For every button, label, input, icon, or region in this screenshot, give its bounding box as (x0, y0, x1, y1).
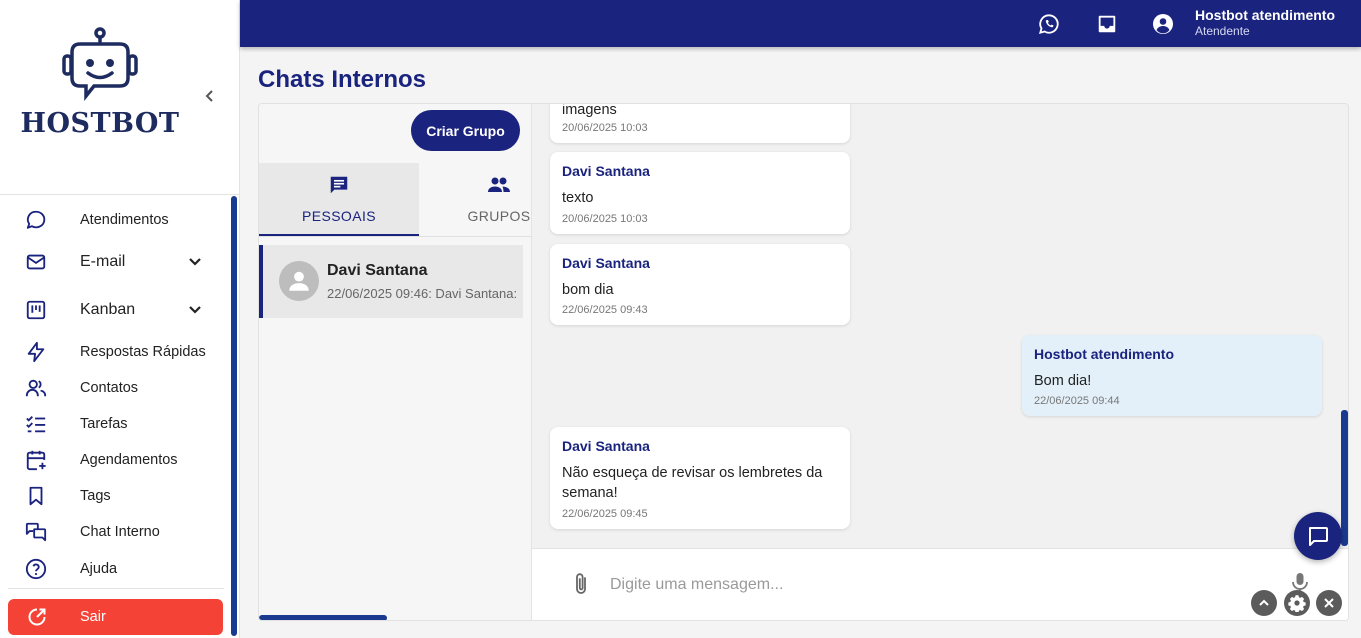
chat-double-icon (24, 520, 48, 544)
settings-button[interactable] (1284, 590, 1310, 616)
kanban-icon (24, 298, 48, 322)
sidebar-scrollbar[interactable] (231, 196, 237, 636)
chevron-down-icon[interactable] (184, 299, 206, 321)
inbox-icon[interactable] (1095, 12, 1119, 36)
message-time: 20/06/2025 10:03 (562, 122, 648, 134)
message-square-icon (1309, 527, 1328, 546)
sidebar-item-label: Agendamentos (80, 452, 178, 468)
users-icon (24, 376, 48, 400)
contact-name: Davi Santana (327, 262, 428, 279)
sidebar-divider (8, 588, 224, 589)
robot-logo-icon (62, 27, 138, 101)
sidebar-item-agendamentos[interactable]: Agendamentos (0, 443, 228, 477)
sidebar-item-label: Atendimentos (80, 212, 169, 228)
page-title: Chats Internos (258, 66, 427, 93)
sidebar-item-tarefas[interactable]: Tarefas (0, 407, 228, 441)
attach-icon[interactable] (568, 571, 594, 597)
chat-bubble-icon (24, 208, 48, 232)
message-time: 22/06/2025 09:43 (562, 304, 648, 316)
chat-container: Criar Grupo PESSOAIS GRUPOS Davi Santana… (258, 103, 1349, 621)
message-text: Bom dia! (1034, 373, 1092, 389)
checklist-icon (24, 412, 48, 436)
message-sender: Davi Santana (562, 438, 650, 454)
message-time: 20/06/2025 10:03 (562, 213, 648, 225)
chat-scrollbar[interactable] (1341, 410, 1348, 546)
collapse-sidebar-button[interactable] (198, 84, 222, 108)
sidebar-item-label: Respostas Rápidas (80, 344, 206, 360)
logout-icon (26, 606, 48, 628)
scroll-up-button[interactable] (1251, 590, 1277, 616)
sidebar-item-respostas-rapidas[interactable]: Respostas Rápidas (0, 335, 228, 369)
sidebar-item-label: Ajuda (80, 561, 118, 577)
logo-text: HOSTBOT (20, 108, 180, 139)
sidebar-item-label: Tags (80, 488, 111, 504)
sidebar-item-tags[interactable]: Tags (0, 479, 228, 513)
logout-label: Sair (80, 609, 106, 625)
horizontal-scrollbar[interactable] (259, 615, 387, 620)
lightning-icon (24, 340, 48, 364)
sidebar-item-label: Tarefas (80, 416, 128, 432)
message-bubble: imagens 20/06/2025 10:03 (550, 103, 850, 143)
account-circle-icon[interactable] (1151, 12, 1175, 36)
chat-fab-button[interactable] (1294, 512, 1342, 560)
close-icon (1324, 598, 1334, 608)
help-circle-icon (24, 557, 48, 581)
tab-pessoais[interactable]: PESSOAIS (259, 163, 419, 236)
message-text: Não esqueça de revisar os lembretes da s… (562, 465, 823, 501)
chat-messages-area: imagens 20/06/2025 10:03 Davi Santana te… (531, 103, 1348, 620)
logout-button[interactable]: Sair (8, 599, 223, 635)
sidebar-item-chat-interno[interactable]: Chat Interno (0, 515, 228, 549)
gear-icon (1288, 595, 1306, 612)
sidebar-item-label: Chat Interno (80, 524, 160, 540)
chevron-down-icon[interactable] (184, 251, 206, 273)
top-bar: Hostbot atendimento Atendente (240, 0, 1361, 47)
message-bubble-own: Hostbot atendimento Bom dia! 22/06/2025 … (1022, 335, 1322, 416)
bookmark-icon (24, 484, 48, 508)
avatar (279, 261, 319, 301)
mail-icon (24, 250, 48, 274)
tab-label: PESSOAIS (301, 208, 376, 224)
message-time: 22/06/2025 09:45 (562, 508, 648, 520)
sidebar-item-kanban[interactable]: Kanban (0, 293, 228, 327)
create-group-button[interactable]: Criar Grupo (411, 110, 520, 151)
message-sender: Hostbot atendimento (1034, 346, 1174, 362)
close-button[interactable] (1316, 590, 1342, 616)
message-bubble: Davi Santana texto 20/06/2025 10:03 (550, 152, 850, 234)
sidebar-divider (0, 194, 240, 195)
user-name[interactable]: Hostbot atendimento (1195, 7, 1335, 23)
message-time: 22/06/2025 09:44 (1034, 395, 1120, 407)
contact-preview: 22/06/2025 09:46: Davi Santana: (327, 286, 518, 301)
chat-list-panel: Criar Grupo PESSOAIS GRUPOS Davi Santana… (259, 104, 531, 620)
sidebar: HOSTBOT Atendimentos E-mail Kanban Respo… (0, 0, 240, 638)
user-role: Atendente (1195, 24, 1250, 38)
message-icon (259, 174, 419, 196)
whatsapp-icon[interactable] (1037, 12, 1061, 36)
sidebar-item-email[interactable]: E-mail (0, 245, 228, 279)
person-icon (289, 271, 309, 291)
contact-list-item[interactable]: Davi Santana 22/06/2025 09:46: Davi Sant… (259, 245, 523, 318)
calendar-plus-icon (24, 448, 48, 472)
sidebar-item-contatos[interactable]: Contatos (0, 371, 228, 405)
message-text: bom dia (562, 282, 614, 298)
sidebar-item-atendimentos[interactable]: Atendimentos (0, 203, 228, 237)
message-sender: Davi Santana (562, 163, 650, 179)
message-bubble: Davi Santana Não esqueça de revisar os l… (550, 427, 850, 529)
sidebar-item-label: E-mail (80, 253, 126, 270)
message-bubble: Davi Santana bom dia 22/06/2025 09:43 (550, 244, 850, 325)
sidebar-item-ajuda[interactable]: Ajuda (0, 552, 228, 586)
chevron-up-icon (1259, 599, 1269, 606)
chevron-left-icon (205, 90, 213, 102)
message-sender: Davi Santana (562, 255, 650, 271)
message-text: texto (562, 190, 594, 206)
message-composer (532, 548, 1348, 620)
hostbot-logo: HOSTBOT (20, 26, 180, 146)
message-text: imagens (562, 103, 617, 118)
chat-tabs: PESSOAIS GRUPOS (259, 163, 531, 237)
sidebar-item-label: Contatos (80, 380, 139, 396)
message-input[interactable] (610, 567, 1250, 603)
sidebar-item-label: Kanban (80, 301, 136, 318)
